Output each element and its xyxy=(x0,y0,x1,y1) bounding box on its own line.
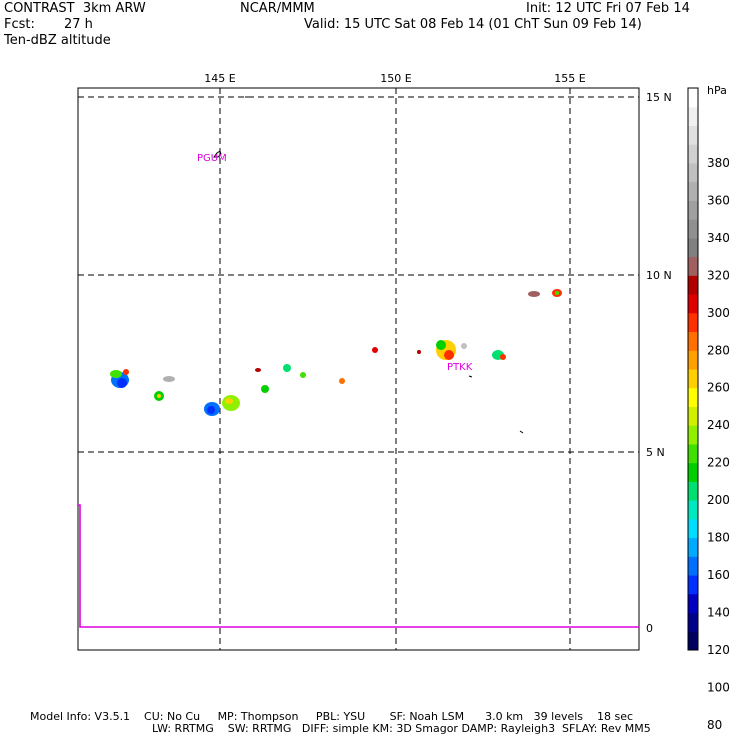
colorbar-swatch xyxy=(688,425,698,445)
station-label-ptkk: PTKK xyxy=(447,362,473,373)
echo-cell xyxy=(255,368,261,372)
colorbar-swatch xyxy=(688,575,698,595)
colorbar-swatch xyxy=(688,369,698,389)
echo-cell xyxy=(436,340,446,350)
echo-cell xyxy=(417,350,421,354)
colorbar-label: 360 xyxy=(707,193,730,207)
map-frame xyxy=(77,87,640,651)
colorbar-swatch xyxy=(688,443,698,464)
line-plot-zero-label: 0 xyxy=(646,622,653,635)
colorbar-label: 300 xyxy=(707,306,730,320)
colorbar-swatch xyxy=(688,331,698,351)
echo-cell xyxy=(500,354,506,360)
colorbar-label: 240 xyxy=(707,418,730,432)
colorbar: 380 360 340 320 300 280 260 240 220 200 180 160 140 1… xyxy=(687,87,730,732)
colorbar-swatch xyxy=(688,631,698,651)
colorbar-swatch xyxy=(688,481,698,501)
echo-cell xyxy=(110,370,122,378)
echo-cell xyxy=(444,350,454,360)
colorbar-label: 80 xyxy=(707,718,722,732)
echo-cell xyxy=(123,369,129,375)
echo-cell xyxy=(117,378,127,388)
echo-cell xyxy=(555,291,559,295)
echo-cell xyxy=(300,372,306,378)
echo-cell xyxy=(372,347,378,353)
colorbar-label: 140 xyxy=(707,606,730,620)
colorbar-swatch xyxy=(688,219,698,239)
echo-cell xyxy=(283,364,291,372)
echo-cell xyxy=(339,378,345,384)
colorbar-unit: hPa xyxy=(707,84,727,97)
echo-cell xyxy=(528,291,540,297)
colorbar-swatch xyxy=(688,312,698,333)
colorbar-label: 380 xyxy=(707,156,730,170)
echo-cell xyxy=(225,398,233,404)
colorbar-swatch xyxy=(688,537,698,557)
map-figure: 145 E 150 E 155 E 15 N 10 N 5 N 0 PGUM P… xyxy=(77,72,730,732)
colorbar-swatch xyxy=(688,612,698,632)
colorbar-label: 100 xyxy=(707,680,730,694)
lon-label-155e: 155 E xyxy=(554,72,585,85)
colorbar-swatch xyxy=(688,518,698,539)
colorbar-label: 200 xyxy=(707,493,730,507)
colorbar-swatch xyxy=(688,237,698,258)
colorbar-label: 340 xyxy=(707,231,730,245)
colorbar-swatch xyxy=(688,294,698,314)
colorbar-swatch xyxy=(688,88,698,108)
colorbar-label: 320 xyxy=(707,268,730,282)
colorbar-swatch xyxy=(688,406,698,426)
lon-label-150e: 150 E xyxy=(380,72,411,85)
colorbar-swatch xyxy=(688,106,698,126)
colorbar-swatch xyxy=(688,181,698,201)
colorbar-swatch xyxy=(688,500,698,520)
echo-cell xyxy=(207,406,215,414)
colorbar-swatch xyxy=(688,144,698,164)
echo-cell xyxy=(461,343,467,349)
colorbar-label: 280 xyxy=(707,343,730,357)
station-label-pgum: PGUM xyxy=(197,153,227,164)
colorbar-swatch xyxy=(688,256,698,276)
echo-cell xyxy=(163,376,175,382)
colorbar-label: 220 xyxy=(707,456,730,470)
colorbar-label: 160 xyxy=(707,568,730,582)
lon-label-145e: 145 E xyxy=(204,72,235,85)
lat-label-10n: 10 N xyxy=(646,269,672,282)
colorbar-swatch xyxy=(688,556,698,576)
colorbar-label: 180 xyxy=(707,531,730,545)
lat-label-15n: 15 N xyxy=(646,91,672,104)
colorbar-swatch xyxy=(688,200,698,220)
colorbar-swatch xyxy=(688,462,698,482)
colorbar-swatch xyxy=(688,350,698,370)
echo-cell xyxy=(157,394,161,398)
echo-cell xyxy=(261,385,269,393)
lat-label-5n: 5 N xyxy=(646,446,665,459)
colorbar-label: 120 xyxy=(707,643,730,657)
colorbar-swatch xyxy=(688,387,698,407)
footer-physics-info: LW: RRTMG SW: RRTMG DIFF: simple KM: 3D … xyxy=(152,722,651,735)
colorbar-swatch xyxy=(688,162,698,183)
colorbar-label: 260 xyxy=(707,381,730,395)
colorbar-swatch xyxy=(688,593,698,614)
colorbar-swatch xyxy=(688,125,698,145)
colorbar-swatch xyxy=(688,275,698,295)
